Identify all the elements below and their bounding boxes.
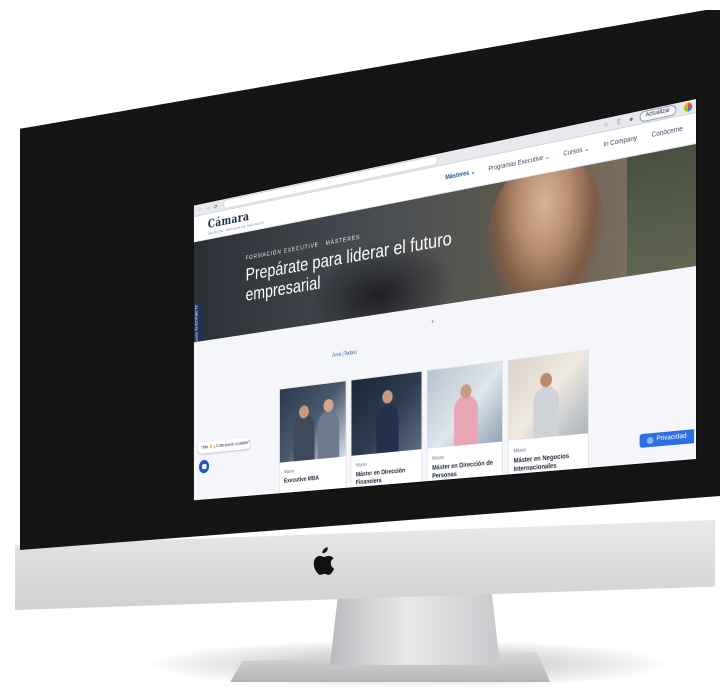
nav-item-conoceme[interactable]: Conóceme	[652, 126, 683, 140]
program-card[interactable]: Máster Máster en Dirección de Personas	[426, 360, 503, 501]
card-title[interactable]: Executive MBA	[284, 472, 343, 485]
browser-ext-icon[interactable]	[683, 101, 693, 113]
imac-scene: ← → ⟳ ☆ ⇪ ● Actualizar Cámara VALENCIA ·…	[0, 0, 720, 695]
card-title[interactable]: Máster en Negocios Internacionales	[514, 451, 585, 474]
web-page: ← → ⟳ ☆ ⇪ ● Actualizar Cámara VALENCIA ·…	[193, 99, 697, 501]
photo-face	[382, 389, 393, 405]
area-filter-select[interactable]: Área (Todas)	[332, 350, 357, 359]
apple-logo-icon	[313, 547, 335, 575]
program-card[interactable]: Máster Executive MBA	[279, 380, 347, 501]
photo-person	[533, 384, 559, 439]
hero-background-plant	[626, 144, 696, 277]
chat-icon-glyph	[201, 463, 207, 470]
share-icon[interactable]: ⇪	[614, 116, 623, 127]
card-title[interactable]: Máster en Dirección de Personas	[432, 459, 499, 481]
privacy-label: Privacidad	[656, 432, 687, 443]
profile-icon[interactable]: ●	[627, 114, 636, 125]
program-card[interactable]: Máster Máster en Negocios Internacionale…	[507, 349, 589, 500]
nav-item-cursos[interactable]: Cursos ⌄	[563, 145, 589, 158]
card-photo	[351, 371, 422, 456]
card-photo	[427, 361, 503, 449]
photo-person	[293, 412, 315, 462]
program-card[interactable]: Máster Máster en Dirección Financiera	[350, 370, 423, 501]
nav-item-masteres[interactable]: Másteres ⌄	[445, 168, 475, 181]
card-photo	[508, 350, 589, 441]
card-type: Máster	[355, 462, 367, 469]
screen-perspective: ← → ⟳ ☆ ⇪ ● Actualizar Cámara VALENCIA ·…	[36, 14, 716, 534]
back-arrow-icon[interactable]: ←	[198, 206, 203, 213]
card-title[interactable]: Máster en Dirección Financiera	[356, 466, 419, 487]
chevron-down-icon: ▾	[431, 319, 434, 326]
photo-person	[317, 409, 340, 460]
card-photo	[279, 381, 346, 463]
reload-icon[interactable]: ⟳	[213, 202, 218, 210]
card-type: Máster	[283, 468, 295, 476]
photo-person	[376, 403, 399, 454]
star-icon[interactable]: ☆	[602, 119, 611, 130]
nav-item-in-company[interactable]: In Company	[603, 135, 637, 150]
privacy-icon	[647, 436, 654, 444]
card-type: Máster	[513, 447, 527, 455]
photo-person	[454, 394, 478, 447]
nav-item-programas-executive[interactable]: Programas Executive ⌄	[488, 153, 549, 173]
program-cards: Máster Executive MBA Máster Máster en Di…	[279, 349, 589, 501]
card-type: Máster	[432, 455, 445, 462]
forward-arrow-icon[interactable]: →	[205, 205, 210, 212]
